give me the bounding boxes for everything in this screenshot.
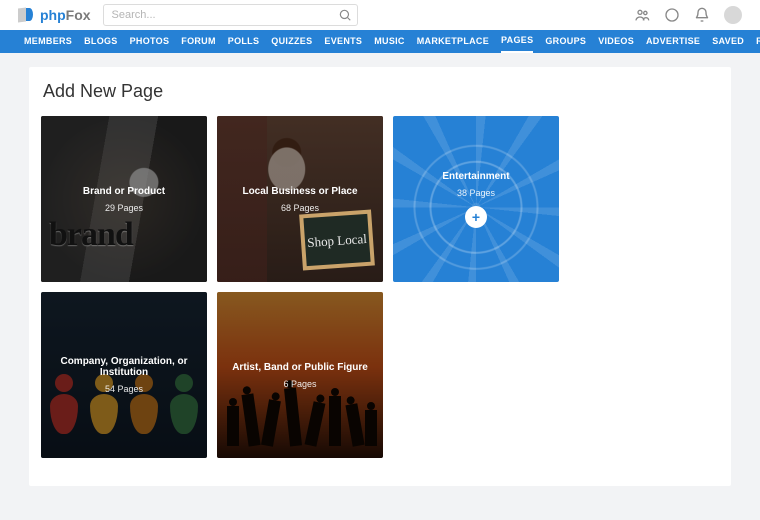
top-bar: phpFox: [0, 0, 760, 30]
tile-title: Entertainment: [434, 171, 517, 182]
messages-icon[interactable]: [664, 7, 680, 23]
nav-item-members[interactable]: MEMBERS: [24, 30, 72, 53]
nav-item-videos[interactable]: VIDEOS: [598, 30, 634, 53]
category-tile-local[interactable]: Shop Local Local Business or Place 68 Pa…: [217, 116, 383, 282]
tile-sub-pages: 6 Pages: [283, 379, 316, 389]
nav-item-saved[interactable]: SAVED: [712, 30, 744, 53]
logo[interactable]: phpFox: [18, 6, 91, 24]
tile-title: Artist, Band or Public Figure: [224, 362, 376, 373]
category-tile-company[interactable]: Company, Organization, or Institution 54…: [41, 292, 207, 458]
nav-item-pages[interactable]: PAGES: [501, 30, 533, 53]
nav-item-quizzes[interactable]: QUIZZES: [271, 30, 312, 53]
tile-sub-pages: 29 Pages: [105, 203, 143, 213]
nav-item-blogs[interactable]: BLOGS: [84, 30, 118, 53]
nav-item-forum[interactable]: FORUM: [181, 30, 216, 53]
page-title: Add New Page: [43, 81, 719, 102]
friends-icon[interactable]: [634, 7, 650, 23]
category-grid: Brand or Product 29 Pages Shop Local Loc…: [41, 116, 719, 458]
top-icons: [634, 6, 742, 24]
search-input[interactable]: [103, 4, 358, 26]
tile-sub-pages: 54 Pages: [105, 384, 143, 394]
content-card: Add New Page Brand or Product 29 Pages S…: [29, 67, 731, 486]
nav-item-polls[interactable]: POLLS: [228, 30, 260, 53]
nav-item-rewards[interactable]: REWARDS: [756, 30, 760, 53]
category-tile-artist[interactable]: Artist, Band or Public Figure 6 Pages: [217, 292, 383, 458]
nav-item-marketplace[interactable]: MARKETPLACE: [417, 30, 489, 53]
notifications-icon[interactable]: [694, 7, 710, 23]
logo-text: phpFox: [40, 7, 91, 23]
nav-item-music[interactable]: MUSIC: [374, 30, 405, 53]
tile-title: Local Business or Place: [234, 186, 365, 197]
tile-sub-pages: 38 Pages: [457, 188, 495, 198]
category-tile-entertainment[interactable]: Entertainment 38 Pages +: [393, 116, 559, 282]
search-wrap: [103, 4, 358, 26]
main-nav: MEMBERS BLOGS PHOTOS FORUM POLLS QUIZZES EVENT…: [0, 30, 760, 53]
nav-item-photos[interactable]: PHOTOS: [130, 30, 170, 53]
tile-title: Brand or Product: [75, 186, 173, 197]
tile-title: Company, Organization, or Institution: [41, 356, 207, 378]
page-wrap: Add New Page Brand or Product 29 Pages S…: [0, 53, 760, 486]
nav-item-events[interactable]: EVENTS: [324, 30, 362, 53]
nav-item-groups[interactable]: GROUPS: [545, 30, 586, 53]
nav-item-advertise[interactable]: ADVERTISE: [646, 30, 700, 53]
category-tile-brand[interactable]: Brand or Product 29 Pages: [41, 116, 207, 282]
logo-icon: [18, 6, 36, 24]
chalkboard: Shop Local: [299, 210, 375, 271]
avatar[interactable]: [724, 6, 742, 24]
add-page-button[interactable]: +: [465, 206, 487, 228]
tile-sub-pages: 68 Pages: [281, 203, 319, 213]
search-icon[interactable]: [338, 8, 352, 22]
